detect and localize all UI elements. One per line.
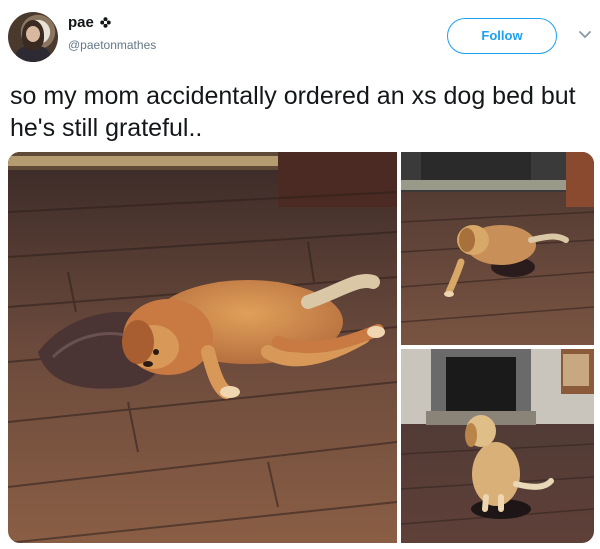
flower-badge-icon — [100, 15, 111, 28]
photo-dog-on-small-bed[interactable] — [8, 152, 397, 543]
user-handle[interactable]: @paetonmathes — [68, 38, 156, 52]
chevron-down-icon[interactable] — [578, 30, 592, 40]
avatar[interactable] — [8, 12, 58, 62]
display-name-row[interactable]: pae — [68, 14, 111, 31]
photo-dog-standing-on-bed[interactable] — [401, 349, 594, 543]
follow-button[interactable]: Follow — [447, 18, 557, 54]
avatar-face — [26, 26, 40, 42]
photo-dog-sitting-on-bed[interactable] — [401, 152, 594, 345]
display-name[interactable]: pae — [68, 14, 94, 31]
tweet-header: pae @paetonmathes Follow — [0, 0, 600, 70]
tweet-text: so my mom accidentally ordered an xs dog… — [10, 82, 576, 142]
tweet-media-grid[interactable] — [8, 152, 594, 543]
